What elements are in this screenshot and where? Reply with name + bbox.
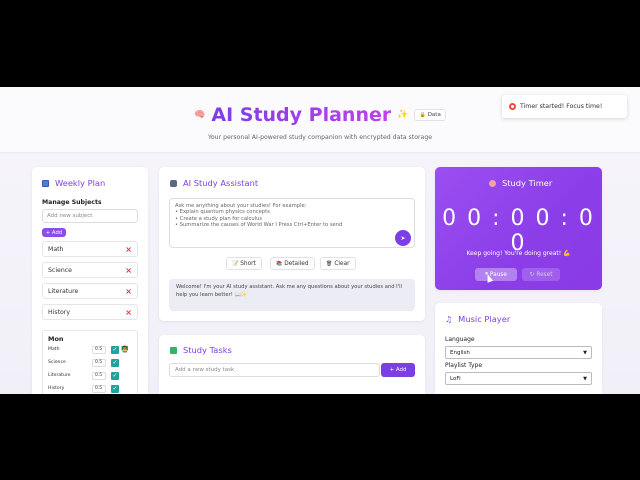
language-value: English <box>450 349 470 356</box>
pause-button[interactable]: ⏸ Pause <box>475 268 517 281</box>
short-icon: 📝 <box>232 260 239 267</box>
done-checkbox[interactable]: ✓ <box>111 358 119 367</box>
day-subject-name: Literature <box>48 373 71 378</box>
subject-name: History <box>48 308 71 316</box>
add-task-button[interactable]: + Add <box>381 363 415 377</box>
tasks-header: Study Tasks <box>170 345 232 355</box>
music-player-card: ♫ Music Player Language English ▼ Playli… <box>435 303 602 394</box>
subject-row: Math × <box>42 241 138 257</box>
weekly-plan-header: Weekly Plan <box>42 178 105 188</box>
music-note-icon: ♫ <box>445 314 453 324</box>
detailed-label: Detailed <box>284 260 309 267</box>
person-icon: 👨‍🏫 <box>121 346 129 353</box>
alarm-clock-icon <box>489 179 496 187</box>
robot-icon <box>170 179 177 187</box>
assistant-header: AI Study Assistant <box>170 178 258 188</box>
timer-display: 0 0 : 0 0 : 0 0 <box>442 206 595 256</box>
subject-name: Math <box>48 245 64 253</box>
ai-assistant-card: AI Study Assistant Ask me anything about… <box>159 167 425 321</box>
subject-row: Science × <box>42 262 138 278</box>
assistant-welcome-message: Welcome! I'm your AI study assistant. As… <box>169 279 415 311</box>
assistant-title: AI Study Assistant <box>183 178 259 188</box>
hours-input[interactable]: 0.5 <box>92 384 106 393</box>
timer-header: Study Timer <box>489 178 552 188</box>
weekly-plan-card: Weekly Plan Manage Subjects Add new subj… <box>32 167 148 394</box>
day-subject-row: Literature 0.5 ✓ <box>48 371 136 380</box>
remove-subject-icon[interactable]: × <box>125 308 132 317</box>
clear-label: Clear <box>334 260 350 267</box>
clear-button[interactable]: 🗑 Clear <box>320 257 356 270</box>
reset-icon: ↻ <box>529 271 535 278</box>
day-subject-row: History 0.5 ✓ <box>48 384 136 393</box>
alarm-clock-icon <box>509 103 516 110</box>
tasks-title: Study Tasks <box>183 345 232 355</box>
checkbox-icon <box>170 346 177 354</box>
playlist-type-select[interactable]: LoFi ▼ <box>445 372 592 385</box>
sparkle-icon: ✨ <box>397 110 409 120</box>
send-icon: ➤ <box>400 234 406 242</box>
day-label: Mon <box>48 335 64 343</box>
calendar-icon <box>42 179 49 187</box>
chevron-down-icon: ▼ <box>583 375 587 382</box>
day-subject-name: History <box>48 386 65 391</box>
toast-text: Timer started! Focus time! <box>520 103 603 110</box>
add-subject-button[interactable]: + Add <box>42 228 66 237</box>
app-viewport: 🧠 AI Study Planner ✨ 🔒 Data Your persona… <box>0 87 640 394</box>
done-checkbox[interactable]: ✓ <box>111 384 119 393</box>
timer-title: Study Timer <box>502 178 553 188</box>
short-answer-button[interactable]: 📝 Short <box>226 257 262 270</box>
done-checkbox[interactable]: ✓ <box>111 345 119 354</box>
lock-icon: 🔒 <box>419 112 426 118</box>
page-title: AI Study Planner <box>211 104 392 126</box>
placeholder-line: • Summarize the causes of World War I Pr… <box>175 221 343 228</box>
data-badge-label: Data <box>427 112 441 118</box>
study-timer-card: Study Timer 0 0 : 0 0 : 0 0 Keep going! … <box>435 167 602 290</box>
timer-message: Keep going! You're doing great! 💪 <box>466 250 571 257</box>
playlist-type-label: Playlist Type <box>445 362 483 369</box>
subject-row: History × <box>42 304 138 320</box>
new-subject-input[interactable]: Add new subject <box>42 209 138 223</box>
chevron-down-icon: ▼ <box>583 349 587 356</box>
remove-subject-icon[interactable]: × <box>125 266 132 275</box>
toast-notification: Timer started! Focus time! <box>502 95 627 118</box>
reset-label: Reset <box>536 271 553 278</box>
music-header: ♫ Music Player <box>445 314 510 324</box>
trash-icon: 🗑 <box>326 260 333 267</box>
book-icon: 📚 <box>276 260 283 267</box>
language-select[interactable]: English ▼ <box>445 346 592 359</box>
hours-input[interactable]: 0.5 <box>92 358 106 367</box>
music-title: Music Player <box>458 314 511 324</box>
remove-subject-icon[interactable]: × <box>125 245 132 254</box>
question-textarea[interactable]: Ask me anything about your studies! For … <box>169 198 415 248</box>
short-label: Short <box>240 260 256 267</box>
hours-input[interactable]: 0.5 <box>92 371 106 380</box>
weekly-plan-title: Weekly Plan <box>55 178 106 188</box>
study-tasks-card: Study Tasks Add a new study task + Add <box>159 335 425 394</box>
reset-button[interactable]: ↻ Reset <box>522 268 560 281</box>
pause-label: Pause <box>489 271 507 278</box>
subject-name: Literature <box>48 287 79 295</box>
new-task-input[interactable]: Add a new study task <box>169 363 380 377</box>
subject-row: Literature × <box>42 283 138 299</box>
brain-icon: 🧠 <box>194 110 206 120</box>
page-subtitle: Your personal AI-powered study companion… <box>207 134 433 141</box>
language-label: Language <box>445 336 475 343</box>
hours-input[interactable]: 0.5 <box>92 345 106 354</box>
subject-name: Science <box>48 266 72 274</box>
day-plan-monday: Mon Math 0.5 ✓ 👨‍🏫 Science 0.5 ✓ Literat… <box>42 330 138 394</box>
day-subject-name: Math <box>48 347 60 352</box>
manage-subjects-label: Manage Subjects <box>42 199 102 206</box>
day-subject-row: Science 0.5 ✓ <box>48 358 136 367</box>
playlist-type-value: LoFi <box>450 375 461 382</box>
send-button[interactable]: ➤ <box>395 230 411 246</box>
remove-subject-icon[interactable]: × <box>125 287 132 296</box>
detailed-answer-button[interactable]: 📚 Detailed <box>270 257 315 270</box>
day-subject-name: Science <box>48 360 66 365</box>
day-subject-row: Math 0.5 ✓ 👨‍🏫 <box>48 345 136 354</box>
data-badge[interactable]: 🔒 Data <box>414 109 446 121</box>
done-checkbox[interactable]: ✓ <box>111 371 119 380</box>
